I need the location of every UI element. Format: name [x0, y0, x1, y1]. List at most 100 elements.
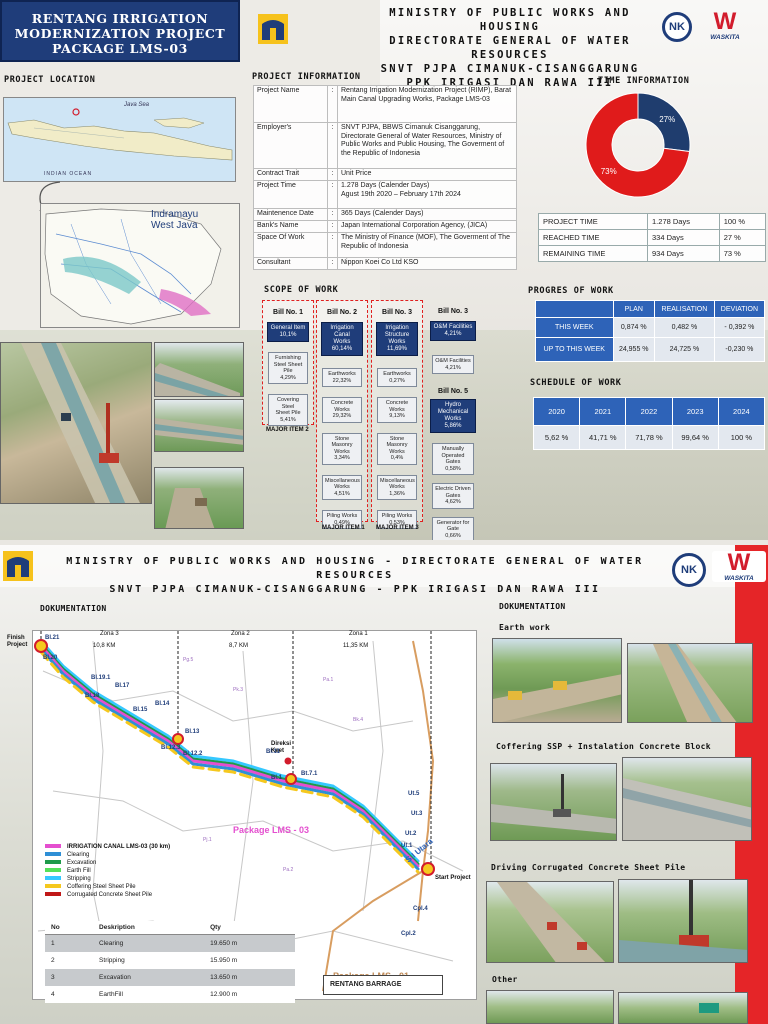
schedule-year-2024: 2024 — [717, 397, 766, 426]
table-row: 3 Excavation 13.650 m — [45, 968, 295, 986]
station-label: Cpl.2 — [401, 931, 416, 937]
bill-2-box: Bill No. 2 Irrigation Canal Works 60,14%… — [316, 300, 368, 529]
bill-3-box: Bill No. 3 Irrigation Structure Works 11… — [371, 300, 423, 529]
zone-3-label: Zona 3 — [100, 631, 119, 637]
station-label: Bl.15 — [133, 707, 148, 713]
legend-label: Coffering Steel Sheet Pile — [67, 884, 136, 890]
pu-logo-icon — [3, 551, 33, 581]
table-row: 1 Clearing 19.650 m — [45, 934, 295, 952]
info-row: Bank's Name: Japan International Corporat… — [253, 220, 517, 233]
schedule-title: SCHEDULE OF WORK — [530, 378, 622, 388]
progress-row: THIS WEEK 0,874 % 0,482 % - 0,392 % — [535, 317, 766, 338]
progress-table: PLAN REALISATION DEVIATION THIS WEEK 0,8… — [535, 300, 766, 362]
section-driving-sheet-pile: Driving Corrugated Concrete Sheet Pile — [491, 863, 686, 872]
info-row: Project Time:1.278 Days (Calender Days) … — [253, 180, 517, 209]
legend-label: Earth Fill — [67, 868, 91, 874]
info-row: Consultant: Nippon Koei Co Ltd KSO — [253, 257, 517, 270]
java-map: Java Sea INDIAN OCEAN — [3, 97, 236, 182]
station-label: Bl.20 — [43, 655, 58, 661]
legend-label: IRRIGATION CANAL LMS-03 (30 km) — [67, 844, 171, 850]
inset-label: Indramayu West Java — [151, 209, 199, 231]
bill-1-box: Bill No. 1 General Item 10,1% Furnishing… — [262, 300, 314, 426]
time-information-title: TIME INFORMATION — [598, 76, 690, 86]
table-row: 4 EarthFill 12.900 m — [51, 990, 238, 998]
info-row: Space Of Work: The Ministry of Finance (M… — [253, 232, 517, 258]
ministry-header-2: MINISTRY OF PUBLIC WORKS AND HOUSING - D… — [66, 556, 644, 595]
project-information-table: Project Name: Rentang Irrigation Moderniz… — [253, 85, 517, 270]
legend-item: Stripping — [45, 875, 225, 883]
station-label: Cpl.4 — [413, 906, 428, 912]
info-row: Maintenence Date:365 Days (Calender Days… — [253, 208, 517, 221]
indian-ocean-label: INDIAN OCEAN — [44, 171, 93, 177]
svg-text:Pa.2: Pa.2 — [283, 867, 294, 873]
indramayu-map: Indramayu West Java — [40, 203, 240, 328]
station-label: Bt.7.1 — [301, 771, 318, 777]
waskita-w-icon: W — [727, 549, 751, 576]
schedule-table: 2020 2021 2022 2023 2024 5,62 % 41,71 % 71,78 … — [532, 397, 766, 450]
sheet-pile-photo-2 — [618, 879, 748, 963]
pu-logo-icon — [258, 14, 288, 44]
schedule-year-2023: 2023 — [671, 397, 719, 426]
package-lms03-label: Package LMS - 03 — [233, 825, 310, 835]
legend-item: Earth Fill — [45, 867, 225, 875]
coffering-photo-1 — [490, 763, 617, 841]
schedule-value-row: 5,62 % 41,71 % 71,78 % 99,64 % 100 % — [532, 425, 766, 450]
progress-header-row: PLAN REALISATION DEVIATION — [535, 300, 766, 318]
earth-work-photo-1 — [492, 638, 622, 723]
schedule-year-2020: 2020 — [532, 397, 581, 426]
legend-swatch — [45, 876, 61, 881]
legend-label: Stripping — [67, 876, 91, 882]
svg-text:Pa.1: Pa.1 — [323, 677, 334, 683]
waskita-logo: W WASKITA — [712, 551, 766, 582]
zone-3-km: 10,8 KM — [93, 643, 116, 649]
legend-swatch — [45, 868, 61, 873]
project-information-title: PROJECT INFORMATION — [252, 72, 361, 82]
project-title-line-3: PACKAGE LMS-03 — [52, 41, 188, 56]
java-sea-label: Java Sea — [124, 102, 150, 108]
schedule-year-2021: 2021 — [579, 397, 627, 426]
legend-item: Clearing — [45, 851, 225, 859]
legend-item: IRRIGATION CANAL LMS-03 (30 km) — [45, 843, 225, 851]
station-label: Bl.18 — [85, 693, 100, 699]
map-legend: IRRIGATION CANAL LMS-03 (30 km) Clearing E… — [45, 843, 225, 899]
waskita-logo: W WASKITA — [700, 8, 750, 42]
schedule-year-2022: 2022 — [625, 397, 673, 426]
quantity-table: No Deskription Qty 1 Clearing 19.650 m 2 St… — [45, 921, 295, 1003]
time-row: REMAINING TIME 934 Days 73 % — [537, 245, 767, 262]
time-row: REACHED TIME 334 Days 27 % — [537, 229, 767, 246]
major-item-1: MAJOR ITEM 1 — [322, 525, 365, 531]
info-row: Employer's: SNVT PJPA, BBWS Cimanuk Cisan… — [253, 122, 517, 169]
zone-1-km: 11,35 KM — [343, 643, 369, 649]
legend-swatch — [45, 892, 61, 897]
legend-swatch — [45, 852, 61, 857]
legend-label: Clearing — [67, 852, 90, 858]
poster-page-1: RENTANG IRRIGATION MODERNIZATION PROJECT… — [0, 0, 768, 540]
major-item-2: MAJOR ITEM 2 — [266, 427, 309, 433]
other-photo-2 — [618, 992, 748, 1024]
poster-page-2: MINISTRY OF PUBLIC WORKS AND HOUSING - D… — [0, 545, 768, 1024]
station-label: Bl.12.3 — [161, 745, 181, 751]
finish-project-label: Finish Project — [7, 635, 28, 648]
canal-photo-4 — [154, 467, 244, 529]
project-location-title: PROJECT LOCATION — [4, 75, 96, 85]
svg-text:Pk.3: Pk.3 — [233, 687, 243, 693]
earth-work-photo-2 — [627, 643, 753, 723]
rentang-barrage-label: RENTANG BARRAGE — [323, 975, 443, 995]
waskita-w-icon: W — [713, 8, 737, 35]
project-title-line-1: RENTANG IRRIGATION — [31, 11, 209, 26]
nippon-koei-logo-icon: NK — [672, 553, 706, 587]
legend-item: Coffering Steel Sheet Pile — [45, 883, 225, 891]
canal-photo-3 — [154, 399, 244, 452]
time-pie-chart: 27% 73% — [585, 92, 691, 198]
station-label: Bl.11 — [266, 749, 281, 755]
legend-item: Excavation — [45, 859, 225, 867]
legend-label: Corrugated Concrete Sheet Pile — [67, 892, 153, 898]
coffering-photo-2 — [622, 757, 752, 841]
zone-2-km: 8,7 KM — [229, 643, 249, 649]
info-row: Contract Trait: Unit Price — [253, 168, 517, 181]
schedule-value-2024: 100 % — [717, 425, 766, 450]
scope-of-work-title: SCOPE OF WORK — [264, 285, 339, 295]
station-label: Bl.21 — [45, 635, 60, 641]
bill-5-box: Bill No. 5 Hydro Mechanical Works 5,86% … — [428, 388, 478, 540]
station-label: Bl.12.2 — [183, 751, 203, 757]
